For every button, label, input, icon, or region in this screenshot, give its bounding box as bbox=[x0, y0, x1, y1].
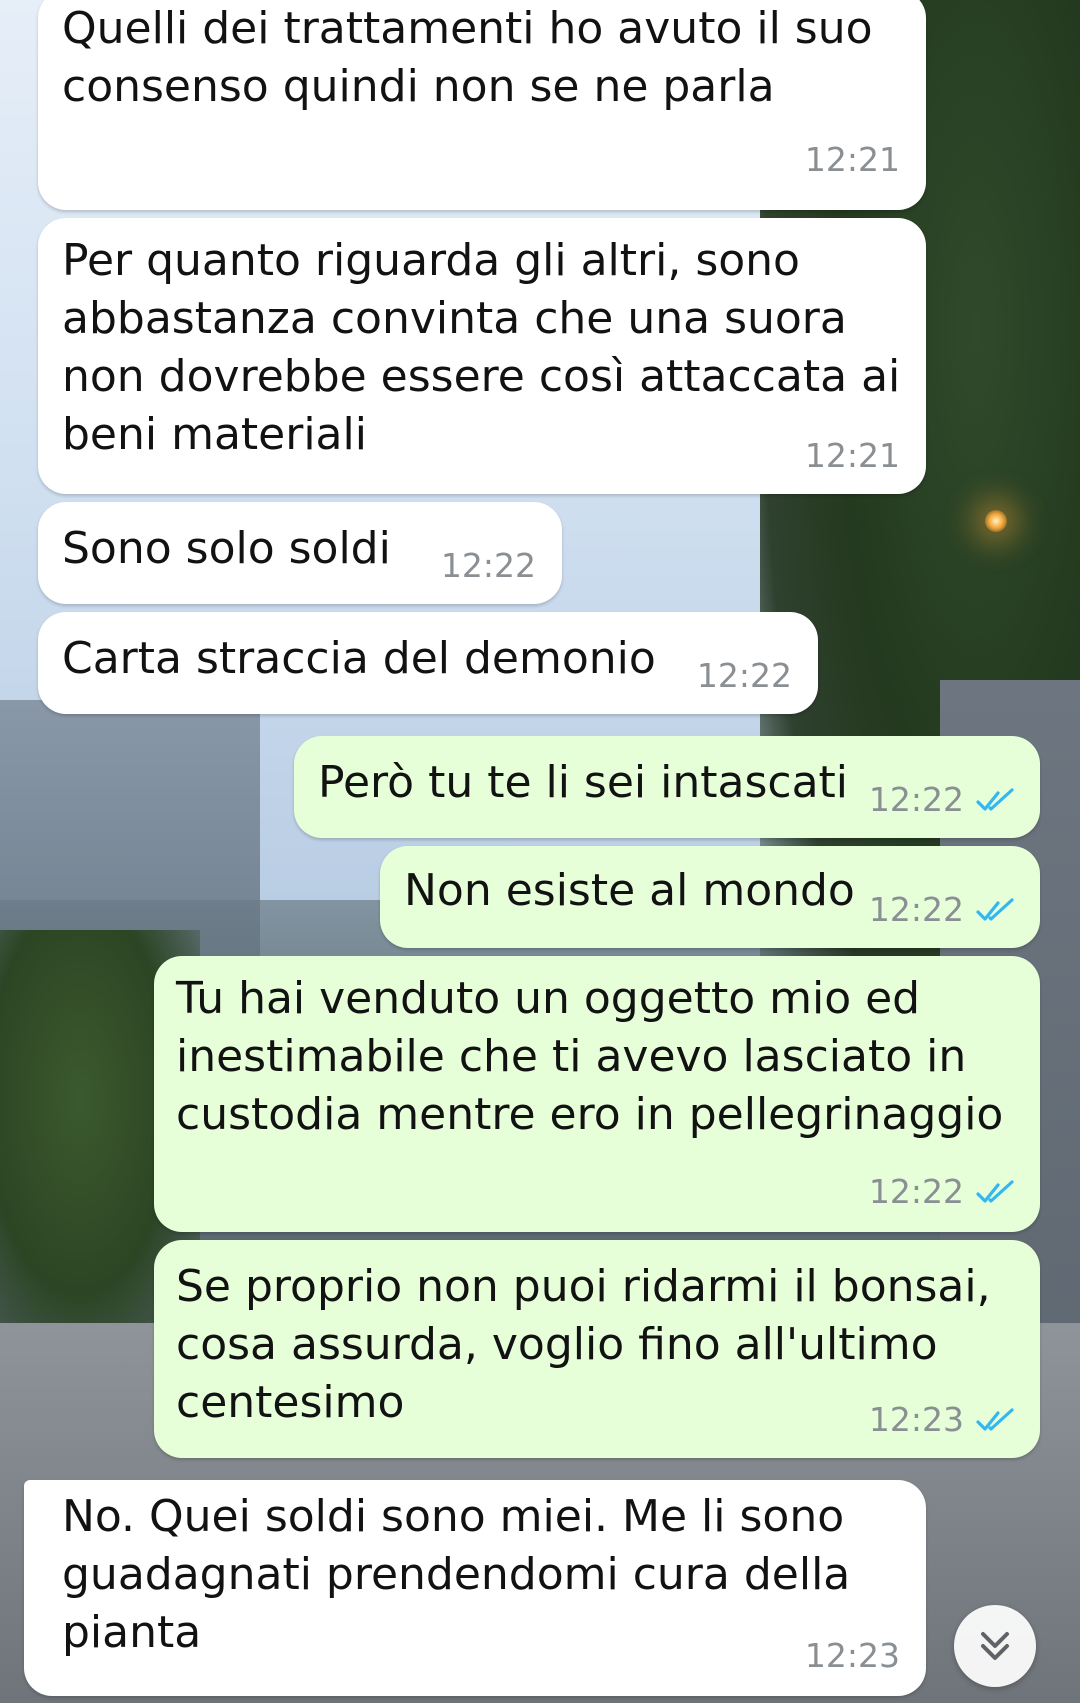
message-bubble-outgoing[interactable]: Non esiste al mondo 12:22 bbox=[380, 846, 1040, 948]
message-time: 12:23 bbox=[804, 1636, 900, 1675]
message-text-line: No. Quei soldi sono miei. Me li sono bbox=[62, 1491, 845, 1542]
message-text-line: custodia mentre ero in pellegrinaggio bbox=[176, 1089, 1004, 1140]
message-time: 12:21 bbox=[804, 140, 900, 179]
message-bubble-outgoing[interactable]: Se proprio non puoi ridarmi il bonsai, c… bbox=[154, 1240, 1040, 1458]
message-text-line: cosa assurda, voglio fino all'ultimo bbox=[176, 1319, 938, 1370]
message-bubble-incoming[interactable]: Quelli dei trattamenti ho avuto il suo c… bbox=[38, 0, 926, 210]
message-time: 12:22 bbox=[868, 1172, 964, 1211]
message-time: 12:22 bbox=[440, 546, 536, 585]
message-text-line: Per quanto riguarda gli altri, sono bbox=[62, 235, 800, 286]
message-text-line: abbastanza convinta che una suora bbox=[62, 293, 847, 344]
chevron-double-down-icon bbox=[981, 1632, 1009, 1660]
double-check-icon bbox=[976, 1408, 1014, 1431]
double-check-icon bbox=[976, 788, 1014, 811]
message-text-line: pianta bbox=[62, 1607, 202, 1658]
message-text-line: centesimo bbox=[176, 1377, 405, 1428]
message-text-line: Quelli dei trattamenti ho avuto il suo bbox=[62, 3, 873, 54]
message-text-line: non dovrebbe essere così attaccata ai bbox=[62, 351, 901, 402]
message-text-line: Se proprio non puoi ridarmi il bonsai, bbox=[176, 1261, 991, 1312]
message-list[interactable]: Quelli dei trattamenti ho avuto il suo c… bbox=[0, 0, 1080, 1703]
message-bubble-incoming[interactable]: Carta straccia del demonio 12:22 bbox=[38, 612, 818, 714]
message-text-line: Non esiste al mondo bbox=[404, 865, 855, 916]
message-bubble-incoming[interactable]: Per quanto riguarda gli altri, sono abba… bbox=[38, 218, 926, 494]
message-time: 12:22 bbox=[868, 780, 964, 819]
double-check-icon bbox=[976, 1180, 1014, 1203]
message-text-line: inestimabile che ti avevo lasciato in bbox=[176, 1031, 967, 1082]
message-text-line: Tu hai venduto un oggetto mio ed bbox=[176, 973, 921, 1024]
double-check-icon bbox=[976, 898, 1014, 921]
message-time: 12:22 bbox=[696, 656, 792, 695]
message-bubble-incoming[interactable]: Sono solo soldi 12:22 bbox=[38, 502, 562, 604]
message-time: 12:21 bbox=[804, 436, 900, 475]
message-bubble-outgoing[interactable]: Però tu te li sei intascati 12:22 bbox=[294, 736, 1040, 838]
message-time: 12:23 bbox=[868, 1400, 964, 1439]
message-text-line: Sono solo soldi bbox=[62, 523, 391, 574]
scroll-to-bottom-button[interactable] bbox=[954, 1605, 1036, 1687]
message-time: 12:22 bbox=[868, 890, 964, 929]
message-text-line: Però tu te li sei intascati bbox=[318, 757, 849, 808]
message-bubble-incoming[interactable]: No. Quei soldi sono miei. Me li sono gua… bbox=[24, 1480, 926, 1696]
message-text-line: beni materiali bbox=[62, 409, 367, 460]
message-text-line: guadagnati prendendomi cura della bbox=[62, 1549, 851, 1600]
message-bubble-outgoing[interactable]: Tu hai venduto un oggetto mio ed inestim… bbox=[154, 956, 1040, 1232]
message-text-line: consenso quindi non se ne parla bbox=[62, 61, 775, 112]
message-text-line: Carta straccia del demonio bbox=[62, 633, 656, 684]
